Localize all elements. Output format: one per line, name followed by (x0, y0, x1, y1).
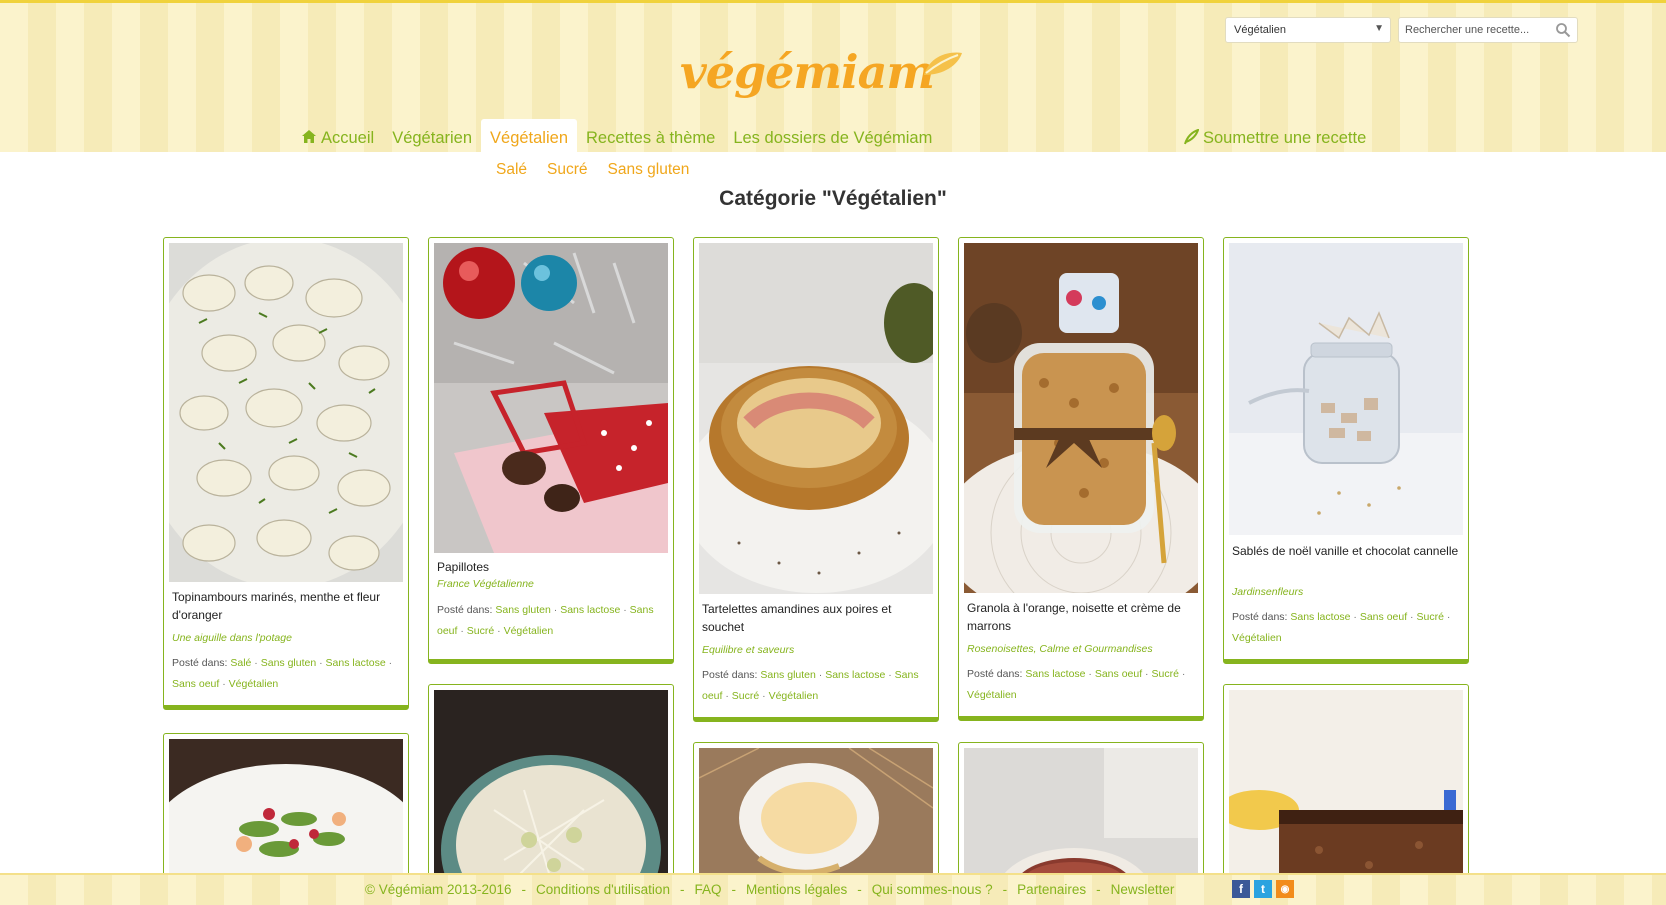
subnav-item-sale[interactable]: Salé (496, 161, 547, 179)
recipe-photo[interactable] (434, 243, 668, 553)
recipe-author[interactable]: Une aiguille dans l'potage (172, 632, 400, 644)
logo[interactable]: végémiam (680, 45, 980, 115)
recipe-tags: Posté dans: Salé · Sans gluten · Sans la… (172, 657, 393, 690)
tag-link[interactable]: Sucré (467, 625, 494, 637)
footer-link-conditions[interactable]: Conditions d'utilisation (536, 882, 670, 897)
tag-link[interactable]: Sucré (732, 690, 759, 702)
tag-link[interactable]: Sans lactose (326, 657, 386, 669)
recipe-card[interactable] (1223, 684, 1469, 905)
posted-in-label: Posté dans: (437, 604, 493, 616)
category-select[interactable]: Végétalien ▼ (1225, 17, 1391, 43)
recipe-card[interactable]: Sablés de noël vanille et chocolat canne… (1223, 237, 1469, 664)
footer-link-newsletter[interactable]: Newsletter (1111, 882, 1175, 897)
posted-in-label: Posté dans: (967, 668, 1023, 680)
chevron-down-icon: ▼ (1374, 23, 1384, 34)
recipe-tags: Posté dans: Sans lactose · Sans oeuf · S… (967, 668, 1186, 701)
tag-link[interactable]: Sans gluten (495, 604, 550, 616)
nav-item-label: Végétarien (392, 129, 473, 147)
footer-link-about[interactable]: Qui sommes-nous ? (872, 882, 993, 897)
tag-link[interactable]: Végétalien (229, 678, 279, 690)
recipe-card[interactable]: Tartelettes amandines aux poires et souc… (693, 237, 939, 722)
search-input[interactable] (1399, 18, 1549, 42)
tag-link[interactable]: Sans oeuf (172, 678, 219, 690)
nav-item-accueil[interactable]: Accueil (292, 119, 383, 155)
recipe-author[interactable]: Equilibre et saveurs (702, 644, 930, 656)
posted-in-label: Posté dans: (1232, 611, 1288, 623)
tag-link[interactable]: Sans gluten (261, 657, 316, 669)
recipe-title[interactable]: Tartelettes amandines aux poires et souc… (702, 600, 930, 636)
recipe-title[interactable]: Topinambours marinés, menthe et fleur d'… (172, 588, 400, 624)
recipe-photo[interactable] (699, 243, 933, 594)
recipe-photo[interactable] (964, 243, 1198, 593)
submit-recipe-label: Soumettre une recette (1203, 129, 1367, 147)
page: végémiam Végétalien ▼ Accueil (0, 0, 1666, 905)
tag-link[interactable]: Sans oeuf (1095, 668, 1142, 680)
category-select-value: Végétalien (1234, 24, 1286, 36)
home-icon (302, 130, 316, 143)
recipe-card[interactable]: Granola à l'orange, noisette et crème de… (958, 237, 1204, 721)
tag-link[interactable]: Sans lactose (1290, 611, 1350, 623)
tag-link[interactable]: Végétalien (769, 690, 819, 702)
footer-link-mentions[interactable]: Mentions légales (746, 882, 847, 897)
tag-link[interactable]: Sans lactose (560, 604, 620, 616)
recipe-photo[interactable] (434, 690, 668, 900)
search-box (1398, 17, 1578, 43)
page-title: Catégorie "Végétalien" (719, 187, 947, 210)
recipe-author[interactable]: France Végétalienne (437, 578, 665, 590)
tag-link[interactable]: Sans lactose (1025, 668, 1085, 680)
recipe-tags: Posté dans: Sans lactose · Sans oeuf · S… (1232, 611, 1451, 644)
tag-link[interactable]: Végétalien (967, 689, 1017, 701)
twitter-icon[interactable]: t (1254, 880, 1272, 898)
main-nav: Accueil Végétarien Végétalien Recettes à… (292, 119, 941, 155)
recipe-tags: Posté dans: Sans gluten · Sans lactose ·… (702, 669, 919, 702)
subnav-item-sucre[interactable]: Sucré (547, 161, 608, 179)
tag-link[interactable]: Sucré (1416, 611, 1443, 623)
tag-link[interactable]: Sans oeuf (1360, 611, 1407, 623)
recipe-tags: Posté dans: Sans gluten · Sans lactose ·… (437, 604, 654, 637)
tag-link[interactable]: Salé (230, 657, 251, 669)
submit-recipe-link[interactable]: Soumettre une recette (1183, 129, 1366, 148)
nav-item-dossiers[interactable]: Les dossiers de Végémiam (724, 119, 941, 155)
recipe-title[interactable]: Granola à l'orange, noisette et crème de… (967, 599, 1195, 635)
tag-link[interactable]: Végétalien (504, 625, 554, 637)
recipe-author[interactable]: Rosenoisettes, Calme et Gourmandises (967, 643, 1195, 655)
footer-link-partners[interactable]: Partenaires (1017, 882, 1086, 897)
tag-link[interactable]: Végétalien (1232, 632, 1282, 644)
recipe-author[interactable]: Jardinsenfleurs (1232, 586, 1460, 598)
leaf-icon (1184, 129, 1199, 145)
social-links: f t ◉ (1232, 880, 1294, 898)
nav-item-label: Accueil (321, 129, 375, 147)
nav-item-label: Les dossiers de Végémiam (733, 129, 933, 147)
leaf-logo-icon (924, 52, 962, 75)
rss-icon[interactable]: ◉ (1276, 880, 1294, 898)
nav-item-recettes-a-theme[interactable]: Recettes à thème (577, 119, 724, 155)
nav-item-vegetarien[interactable]: Végétarien (383, 119, 481, 155)
sub-nav: Salé Sucré Sans gluten (496, 161, 709, 179)
logo-text: végémiam (680, 45, 935, 99)
recipe-photo[interactable] (169, 243, 403, 582)
subnav-item-sans-gluten[interactable]: Sans gluten (608, 161, 710, 179)
nav-item-vegetalien[interactable]: Végétalien (481, 119, 577, 155)
recipe-card[interactable]: Papillotes France Végétalienne Posté dan… (428, 237, 674, 664)
footer-link-faq[interactable]: FAQ (694, 882, 721, 897)
footer-links: © Végémiam 2013-2016- Conditions d'utili… (365, 882, 1175, 897)
recipe-card[interactable]: Topinambours marinés, menthe et fleur d'… (163, 237, 409, 710)
tag-link[interactable]: Sans lactose (825, 669, 885, 681)
posted-in-label: Posté dans: (172, 657, 228, 669)
nav-item-label: Recettes à thème (586, 129, 716, 147)
copyright-text: © Végémiam 2013-2016 (365, 882, 512, 897)
recipe-photo[interactable] (1229, 690, 1463, 900)
tag-link[interactable]: Sans gluten (760, 669, 815, 681)
facebook-icon[interactable]: f (1232, 880, 1250, 898)
nav-item-label: Végétalien (490, 129, 568, 147)
footer: © Végémiam 2013-2016- Conditions d'utili… (0, 873, 1666, 905)
tag-link[interactable]: Sucré (1151, 668, 1178, 680)
search-icon[interactable] (1555, 22, 1571, 38)
header: végémiam Végétalien ▼ Accueil (0, 0, 1666, 155)
recipe-title[interactable]: Sablés de noël vanille et chocolat canne… (1232, 542, 1460, 560)
recipe-photo[interactable] (1229, 243, 1463, 535)
recipe-card[interactable] (428, 684, 674, 905)
recipe-title[interactable]: Papillotes (437, 558, 665, 576)
posted-in-label: Posté dans: (702, 669, 758, 681)
